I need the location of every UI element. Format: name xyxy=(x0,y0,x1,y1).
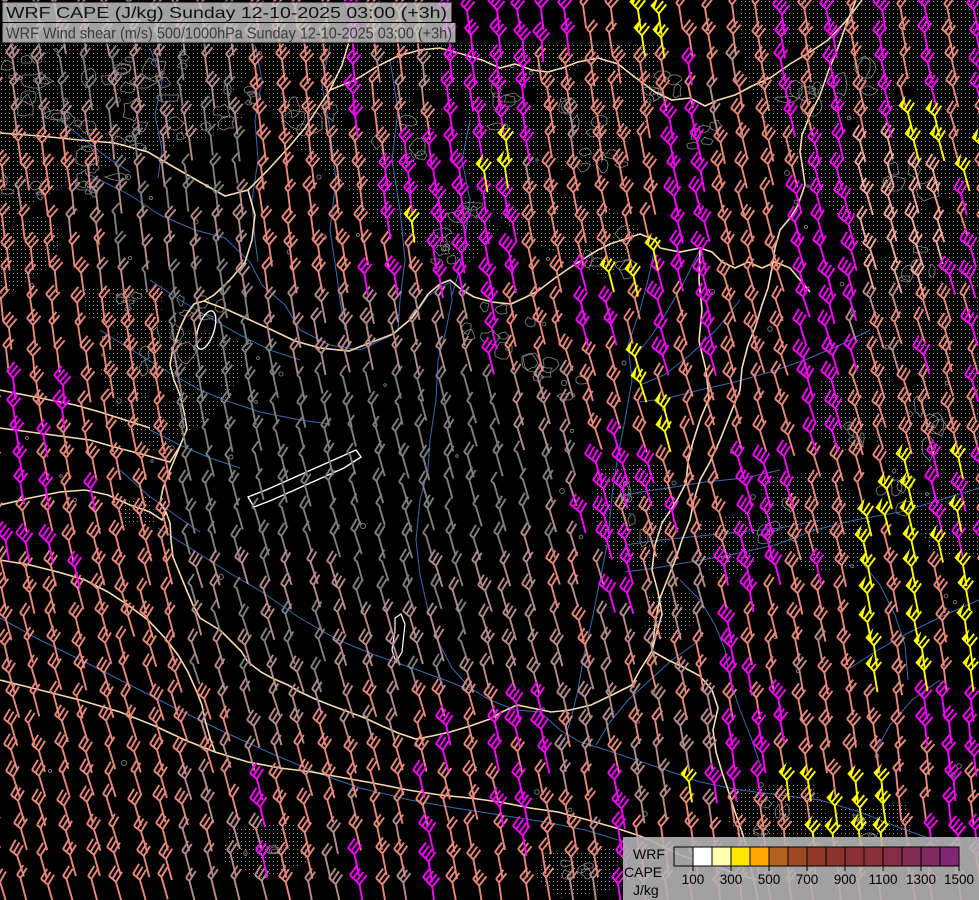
svg-text:100: 100 xyxy=(682,872,705,887)
svg-text:J/kg: J/kg xyxy=(633,882,659,898)
svg-text:WRF: WRF xyxy=(633,846,665,862)
svg-text:700: 700 xyxy=(796,872,819,887)
svg-text:1300: 1300 xyxy=(906,872,936,887)
svg-text:1100: 1100 xyxy=(868,872,897,887)
svg-text:1500: 1500 xyxy=(944,872,974,887)
svg-text:WRF Wind shear (m/s) 500/1000h: WRF Wind shear (m/s) 500/1000hPa Sunday … xyxy=(6,26,452,43)
svg-text:300: 300 xyxy=(720,872,743,887)
svg-text:CAPE: CAPE xyxy=(624,864,662,880)
svg-text:500: 500 xyxy=(758,872,781,887)
svg-text:900: 900 xyxy=(834,872,857,887)
svg-text:WRF CAPE (J/kg) Sunday 12-10-2: WRF CAPE (J/kg) Sunday 12-10-2025 03:00 … xyxy=(6,5,447,22)
